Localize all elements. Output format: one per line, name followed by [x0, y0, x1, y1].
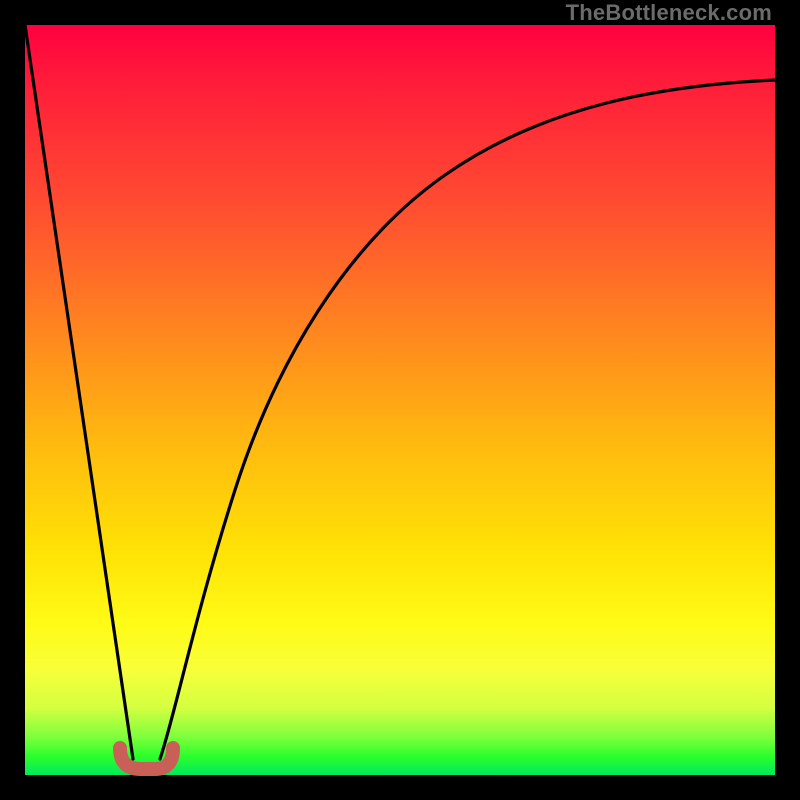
curve-left-leg: [25, 25, 133, 759]
curve-layer: [25, 25, 775, 775]
chart-frame: TheBottleneck.com: [0, 0, 800, 800]
watermark-text: TheBottleneck.com: [566, 0, 772, 26]
trough-marker: [120, 748, 173, 769]
curve-right-leg: [160, 80, 775, 759]
